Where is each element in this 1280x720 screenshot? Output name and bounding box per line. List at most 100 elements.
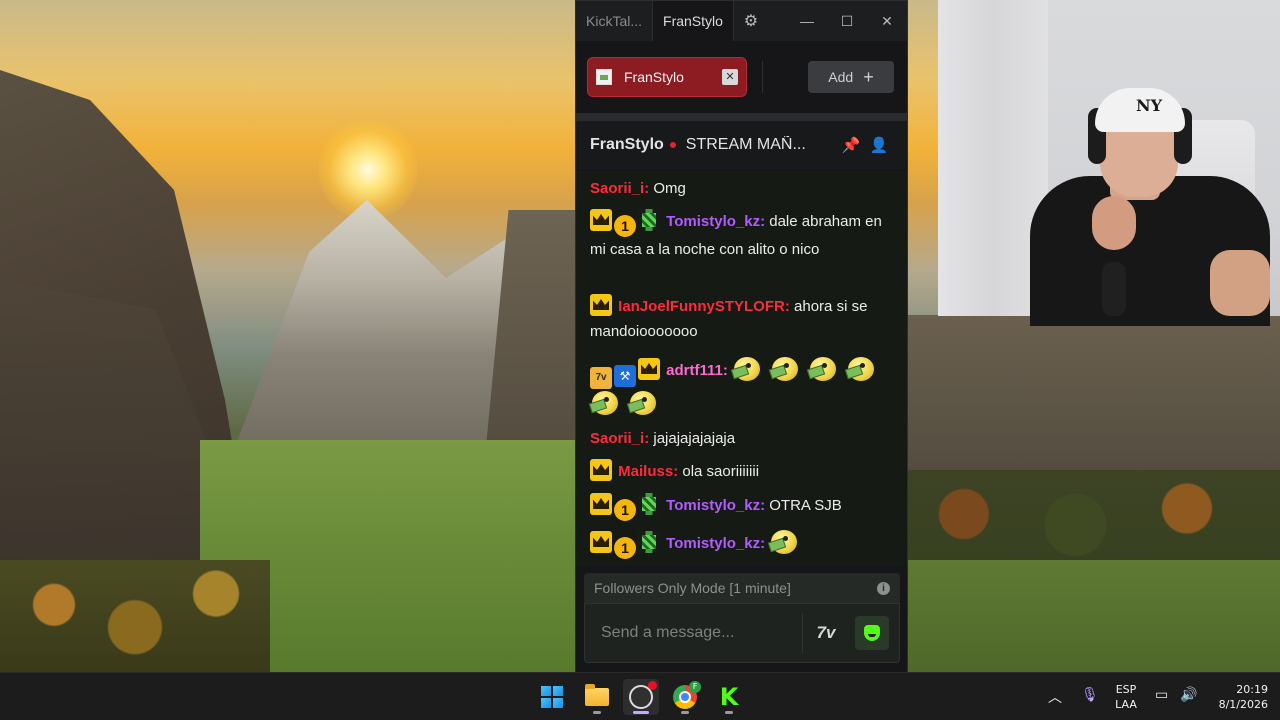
tab-kicktalk[interactable]: KickTal...: [576, 1, 652, 41]
minimize-icon[interactable]: —: [787, 1, 827, 41]
username[interactable]: Saorii_i:: [590, 180, 649, 197]
settings-gear-icon[interactable]: ⚙: [734, 1, 768, 41]
chat-message: Saorii_i: Omg: [590, 176, 890, 201]
username[interactable]: Mailuss:: [618, 463, 678, 480]
followers-only-notice: Followers Only Mode [1 minute] i: [584, 573, 900, 603]
file-explorer-button[interactable]: [579, 679, 615, 715]
crown-badge-icon: [638, 358, 660, 380]
streamer-hand: [1092, 196, 1136, 250]
stream-title: STREAM MAÑ...: [685, 136, 806, 153]
money-emote-icon: [626, 389, 658, 417]
title-bar: KickTal... FranStylo ⚙ — ☐ ✕: [576, 1, 907, 41]
crown-badge-icon: [590, 531, 612, 553]
folder-icon: [585, 684, 609, 706]
channel-tab-franstylo[interactable]: FranStylo ✕: [587, 57, 747, 97]
money-emote-icon: [844, 355, 876, 383]
tab-divider: [762, 61, 763, 93]
volume-icon[interactable]: 🔊: [1180, 687, 1197, 703]
message-input[interactable]: Send a message...: [585, 624, 802, 642]
money-emote-icon: [730, 355, 762, 383]
mode-notice-text: Followers Only Mode [1 minute]: [594, 580, 791, 596]
kick-emote-icon: [864, 625, 880, 641]
plus-icon: +: [863, 67, 874, 87]
subscriber-badge-icon: 1: [614, 215, 636, 237]
running-indicator: [681, 711, 689, 714]
active-indicator: [633, 711, 649, 714]
chrome-profile-badge: F: [689, 681, 701, 693]
message-text: jajajajajajaja: [653, 430, 736, 447]
info-icon[interactable]: i: [877, 581, 890, 595]
subscriber-badge-icon: 1: [614, 537, 636, 559]
username[interactable]: Saorii_i:: [590, 430, 649, 447]
chat-message: IanJoelFunnySTYLOFR: ahora si se mandoio…: [590, 294, 890, 344]
microphone-icon: [1102, 262, 1126, 316]
live-indicator-icon: [669, 142, 676, 148]
seven-tv-emote-button[interactable]: 7v: [803, 613, 849, 653]
subscriber-badge-icon: 1: [614, 499, 636, 521]
clock[interactable]: 20:19 8/1/2026: [1206, 682, 1268, 712]
windows-taskbar: F K ︿ 🎙 ESP LAA ▭ 🔊 20:19 8/1/2026: [0, 672, 1280, 720]
username[interactable]: IanJoelFunnySTYLOFR:: [618, 298, 790, 315]
cap-logo: NY: [1136, 96, 1163, 115]
chat-message: 1 Tomistylo_kz: OTRA SJB: [590, 493, 890, 521]
pixel-badge-icon: [638, 531, 660, 553]
pixel-badge-icon: [638, 493, 660, 515]
add-channel-button[interactable]: Add +: [808, 61, 894, 93]
chat-input-area: Followers Only Mode [1 minute] i Send a …: [576, 567, 907, 673]
language-code: ESP: [1115, 683, 1137, 696]
running-indicator: [593, 711, 601, 714]
chat-message: Mailuss: ola saoriiiiiii: [590, 459, 890, 484]
username[interactable]: Tomistylo_kz:: [666, 213, 765, 230]
moderator-badge-icon: ⚒: [614, 365, 636, 387]
network-icon[interactable]: ▭: [1155, 687, 1168, 703]
money-emote-icon: [768, 355, 800, 383]
kick-emote-button[interactable]: [855, 616, 889, 650]
message-text: OTRA SJB: [769, 497, 842, 514]
kick-logo-icon: K: [719, 683, 739, 711]
money-emote-icon: [806, 355, 838, 383]
chat-messages[interactable]: Saorii_i: Omg 1 Tomistylo_kz: dale abrah…: [576, 171, 907, 566]
crown-badge-icon: [590, 493, 612, 515]
crown-badge-icon: [590, 294, 612, 316]
crown-badge-icon: [590, 459, 612, 481]
streamer-arm: [1210, 250, 1270, 316]
maximize-icon[interactable]: ☐: [827, 1, 867, 41]
crown-badge-icon: [590, 209, 612, 231]
obs-icon: [629, 681, 657, 709]
language-indicator[interactable]: ESP LAA: [1112, 682, 1140, 712]
kick-button[interactable]: K: [711, 679, 747, 715]
tab-franstylo[interactable]: FranStylo: [652, 1, 734, 41]
money-emote-icon: [768, 528, 799, 556]
channel-tabs: FranStylo ✕ Add +: [576, 41, 907, 113]
section-divider: [576, 113, 907, 121]
obs-button[interactable]: [623, 679, 659, 715]
username[interactable]: Tomistylo_kz:: [666, 497, 765, 514]
autumn-trees: [0, 560, 270, 672]
start-button[interactable]: [534, 679, 570, 715]
kick-chat-window: KickTal... FranStylo ⚙ — ☐ ✕ FranStylo ✕…: [575, 0, 908, 673]
chrome-button[interactable]: F: [667, 679, 703, 715]
chat-message: 1 Tomistylo_kz:: [590, 528, 890, 559]
keyboard-layout: LAA: [1115, 698, 1137, 711]
tab-close-icon[interactable]: ✕: [722, 69, 738, 85]
chevron-up-icon[interactable]: ︿: [1048, 687, 1062, 707]
chat-message: Saorii_i: jajajajajajaja: [590, 426, 890, 451]
user-icon[interactable]: 👤: [865, 131, 893, 159]
username[interactable]: adrtf111:: [666, 362, 728, 379]
add-label: Add: [828, 69, 854, 85]
clock-time: 20:19: [1236, 683, 1268, 696]
running-indicator: [725, 711, 733, 714]
pin-icon[interactable]: 📌: [837, 131, 865, 159]
channel-tab-label: FranStylo: [624, 69, 684, 85]
microphone-icon[interactable]: 🎙: [1081, 687, 1099, 703]
message-input-box[interactable]: Send a message... 7v: [584, 603, 900, 663]
chat-message: 1 Tomistylo_kz: dale abraham en mi casa …: [590, 209, 890, 262]
chat-header: FranStylo STREAM MAÑ... 📌 👤: [576, 121, 907, 169]
message-text: ola saoriiiiiii: [682, 463, 760, 480]
channel-name[interactable]: FranStylo: [590, 136, 664, 154]
username[interactable]: Tomistylo_kz:: [666, 535, 765, 552]
close-icon[interactable]: ✕: [867, 1, 907, 41]
windows-logo-icon: [541, 686, 563, 708]
chat-message: 7v ⚒ adrtf111:: [588, 355, 890, 421]
clock-date: 8/1/2026: [1218, 698, 1268, 711]
